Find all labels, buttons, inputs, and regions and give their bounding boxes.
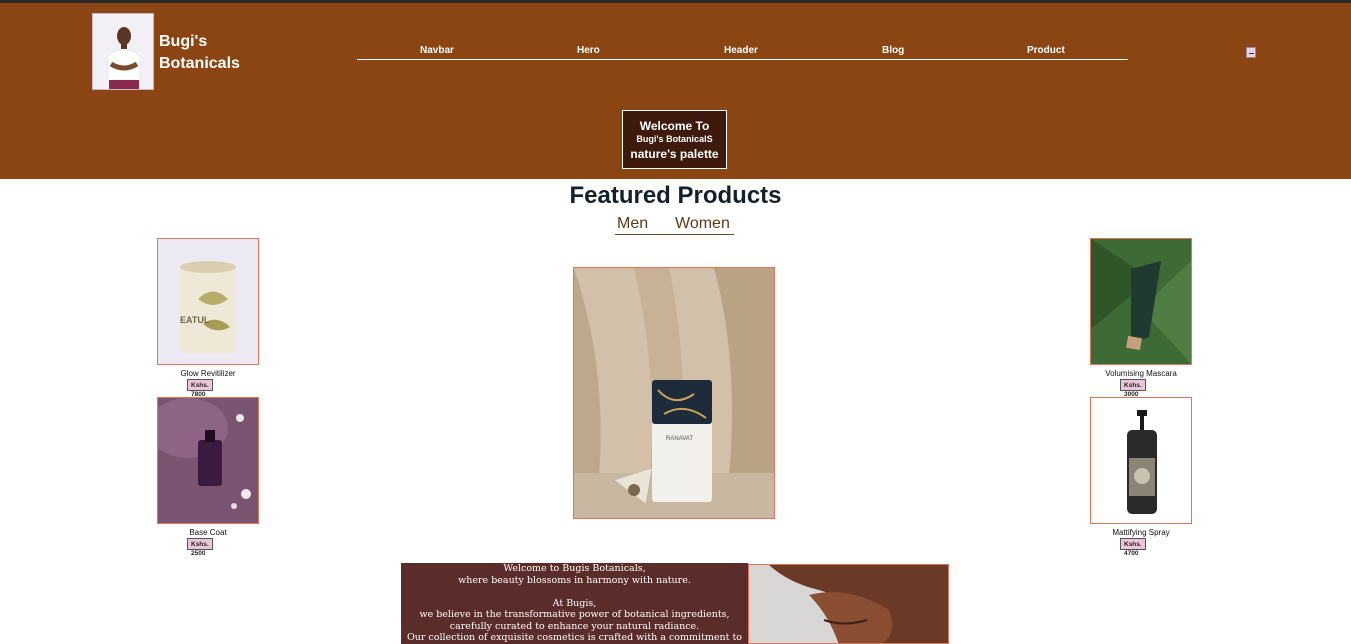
hero-line3: nature's palette xyxy=(630,147,719,161)
product-price: Kshs. 2500 xyxy=(187,538,213,557)
about-line: Welcome to Bugis Botanicals, xyxy=(503,563,646,574)
about-line: Our collection of exquisite cosmetics is… xyxy=(406,632,743,644)
menu-toggle-button[interactable] xyxy=(1246,47,1256,58)
nav-item-header[interactable]: Header xyxy=(724,45,758,56)
product-name: Mattifying Spray xyxy=(1112,528,1170,537)
product-name: Glow Revitilizer xyxy=(180,369,236,378)
brand-name-line2: Botanicals xyxy=(159,55,240,72)
nav-item-hero[interactable]: Hero xyxy=(577,45,600,56)
about-line: At Bugis, xyxy=(552,597,597,609)
about-line: carefully curated to enhance your natura… xyxy=(449,620,700,632)
gender-tabs: Men Women xyxy=(615,214,734,235)
nav-item-blog[interactable]: Blog xyxy=(882,45,904,56)
product-image[interactable]: EATUL xyxy=(157,238,259,365)
nav-item-navbar[interactable]: Navbar xyxy=(420,45,454,56)
product-image[interactable] xyxy=(1090,397,1192,524)
about-line: we believe in the transformative power o… xyxy=(419,609,730,620)
nav-item-product[interactable]: Product xyxy=(1027,45,1065,56)
featured-title: Featured Products xyxy=(569,182,782,209)
product-image[interactable] xyxy=(1090,238,1192,365)
product-name: Base Coat xyxy=(189,528,227,537)
product-price: Kshs. 7800 xyxy=(187,379,213,398)
hero-welcome-box: Welcome To Bugi's BotanicalS nature's pa… xyxy=(622,110,727,169)
about-text: Welcome to Bugis Botanicals, where beaut… xyxy=(401,563,748,644)
product-price: Kshs. 4700 xyxy=(1120,538,1146,557)
site-header: Bugi's Botanicals Navbar Hero Header Blo… xyxy=(0,3,1351,179)
hero-line1: Welcome To xyxy=(639,119,710,133)
brand-name[interactable]: Bugi's Botanicals xyxy=(159,31,269,75)
about-line xyxy=(401,586,748,598)
featured-hero-image[interactable]: RANAVAT xyxy=(573,267,775,519)
logo-avatar[interactable] xyxy=(92,13,154,90)
product-name: Volumising Mascara xyxy=(1105,369,1177,378)
main-nav: Navbar Hero Header Blog Product xyxy=(357,43,1128,60)
about-portrait-image xyxy=(748,564,949,644)
minus-icon xyxy=(1249,53,1254,54)
product-price: Kshs. 3000 xyxy=(1120,379,1146,398)
about-line: where beauty blossoms in harmony with na… xyxy=(458,574,691,586)
svg-text:RANAVAT: RANAVAT xyxy=(666,436,693,442)
brand-name-line1: Bugi's xyxy=(159,33,208,50)
svg-text:EATUL: EATUL xyxy=(180,315,210,325)
tab-men[interactable]: Men xyxy=(617,215,648,233)
tab-women[interactable]: Women xyxy=(675,215,730,233)
hero-line2: Bugi's BotanicalS xyxy=(636,134,713,144)
product-image[interactable] xyxy=(157,397,259,524)
